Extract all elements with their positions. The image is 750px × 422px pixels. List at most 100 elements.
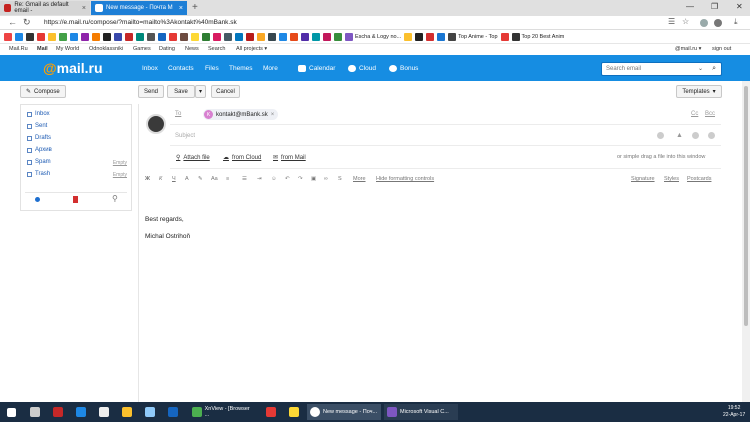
folder-drafts[interactable]: Drafts xyxy=(27,135,51,141)
bookmark-icon[interactable] xyxy=(48,32,56,41)
folder-trash[interactable]: Trash xyxy=(27,171,50,177)
bookmark-escha[interactable]: Escha & Logy no... xyxy=(345,32,401,41)
bookmark-icon[interactable] xyxy=(279,32,287,41)
minimize-icon[interactable]: — xyxy=(686,2,694,11)
bookmark-icon[interactable] xyxy=(224,32,232,41)
bookmark-icon[interactable] xyxy=(15,32,23,41)
timer-icon[interactable] xyxy=(692,132,699,139)
portal-link[interactable]: Mail xyxy=(37,46,48,52)
indent-icon[interactable]: ⇥ xyxy=(257,176,262,182)
remove-recipient-icon[interactable]: × xyxy=(271,112,275,118)
bookmark-icon[interactable] xyxy=(213,32,221,41)
recipient-chip[interactable]: K kontakt@mBank.sk × xyxy=(203,109,279,120)
taskbar-app-xnview[interactable]: XnView - [Browser ... xyxy=(189,404,257,420)
folder-inbox[interactable]: Inbox xyxy=(27,111,50,117)
save-button[interactable]: Save xyxy=(167,85,195,98)
portal-link[interactable]: My World xyxy=(56,46,79,52)
start-icon[interactable] xyxy=(7,408,16,417)
bookmark-icon[interactable] xyxy=(114,32,122,41)
bookmark-icon[interactable] xyxy=(81,32,89,41)
bookmark-icon[interactable] xyxy=(4,32,12,41)
bookmark-top-20-anime[interactable]: Top 20 Best Anim xyxy=(511,32,564,41)
taskbar-app-icon[interactable] xyxy=(145,407,155,417)
portal-link[interactable]: News xyxy=(185,46,199,52)
chevron-down-icon[interactable]: ⌄ xyxy=(698,65,703,72)
bookmark-icon[interactable] xyxy=(147,32,155,41)
bookmark-icon[interactable] xyxy=(312,32,320,41)
portal-link[interactable]: Dating xyxy=(159,46,175,52)
search-input[interactable]: Search email ⌄ ⌕ xyxy=(601,62,722,76)
close-tab-icon[interactable]: × xyxy=(82,5,86,12)
bookmark-icon[interactable] xyxy=(180,32,188,41)
bookmark-icon[interactable] xyxy=(334,32,342,41)
attach-file-link[interactable]: ⚲ Attach file xyxy=(176,154,210,162)
download-icon[interactable]: ⤓ xyxy=(734,17,738,27)
nav-contacts[interactable]: Contacts xyxy=(168,65,194,72)
bookmark-icon[interactable] xyxy=(290,32,298,41)
bookmark-icon[interactable] xyxy=(437,32,446,41)
hide-formatting-link[interactable]: Hide formatting controls xyxy=(376,176,434,182)
portal-link[interactable]: All projects ▾ xyxy=(236,46,267,52)
save-options-chevron-icon[interactable]: ▾ xyxy=(195,85,206,98)
bookmark-top-anime[interactable]: Top Anime - Top xyxy=(448,32,498,41)
bookmark-icon[interactable] xyxy=(500,32,509,41)
underline-icon[interactable]: Ч xyxy=(172,176,176,182)
bookmark-icon[interactable] xyxy=(70,32,78,41)
bookmark-icon[interactable] xyxy=(125,32,133,41)
more-formatting-link[interactable]: More xyxy=(353,176,366,182)
url-field[interactable]: https://e.mail.ru/compose/?mailto=mailto… xyxy=(44,19,237,26)
bookmark-icon[interactable] xyxy=(235,32,243,41)
close-window-icon[interactable]: ✕ xyxy=(736,2,743,11)
bookmark-icon[interactable] xyxy=(37,32,45,41)
nav-inbox[interactable]: Inbox xyxy=(142,65,158,72)
highlight-icon[interactable]: ✎ xyxy=(198,176,203,182)
bookmark-icon[interactable] xyxy=(323,32,331,41)
extension-icon[interactable] xyxy=(700,19,708,27)
star-icon[interactable]: ☆ xyxy=(682,17,689,26)
folder-spam[interactable]: Spam xyxy=(27,159,51,165)
bookmark-icon[interactable] xyxy=(169,32,177,41)
empty-trash-link[interactable]: Empty xyxy=(113,172,127,178)
maximize-icon[interactable]: ❐ xyxy=(711,2,718,11)
image-icon[interactable]: ▣ xyxy=(311,176,316,182)
nav-more[interactable]: More xyxy=(263,65,278,72)
taskbar-app-icon[interactable] xyxy=(99,407,109,417)
account-menu[interactable]: @mail.ru ▾ xyxy=(675,46,701,52)
portal-link[interactable]: Odnoklassniki xyxy=(89,46,123,52)
bookmark-icon[interactable] xyxy=(59,32,67,41)
taskbar-app-icon[interactable] xyxy=(53,407,63,417)
undo-icon[interactable]: ↶ xyxy=(285,176,290,182)
nav-bonus[interactable]: Bonus xyxy=(389,65,418,72)
redo-icon[interactable]: ↷ xyxy=(298,176,303,182)
nav-themes[interactable]: Themes xyxy=(229,65,252,72)
reload-icon[interactable]: ↻ xyxy=(23,17,31,28)
browser-tab-gmail[interactable]: Re: Gmail as default email - × xyxy=(0,1,90,15)
cancel-button[interactable]: Cancel xyxy=(211,85,240,98)
shield-icon[interactable] xyxy=(168,407,178,417)
profile-icon[interactable] xyxy=(714,19,722,27)
taskbar-clock[interactable]: 19:52 22-Apr-17 xyxy=(723,405,745,419)
bookmark-icon[interactable] xyxy=(103,32,111,41)
to-label[interactable]: To xyxy=(175,111,181,117)
folder-archive[interactable]: Архив xyxy=(27,147,52,153)
strikethrough-icon[interactable]: S xyxy=(338,176,342,182)
close-tab-icon[interactable]: × xyxy=(179,5,183,12)
portal-link[interactable]: Mail.Ru xyxy=(9,46,28,52)
bookmark-icon[interactable] xyxy=(426,32,435,41)
nav-files[interactable]: Files xyxy=(205,65,219,72)
search-icon[interactable]: ⌕ xyxy=(712,65,716,73)
taskbar-app-browser[interactable]: New message - Поч... xyxy=(307,404,381,420)
priority-icon[interactable] xyxy=(657,132,664,139)
mailru-logo[interactable]: @mail.ru xyxy=(43,60,103,76)
folder-sent[interactable]: Sent xyxy=(27,123,47,129)
templates-button[interactable]: Templates ▾ xyxy=(676,85,722,98)
postcards-link[interactable]: Postcards xyxy=(687,176,711,182)
browser-tab-new-message[interactable]: New message - Почта M × xyxy=(91,1,187,15)
from-mail-link[interactable]: ✉ from Mail xyxy=(273,154,306,162)
paperclip-icon[interactable]: ⚲ xyxy=(112,194,118,203)
message-signature-line[interactable]: Michal Ostrihoň xyxy=(145,233,190,240)
bold-icon[interactable]: Ж xyxy=(145,176,150,182)
signout-link[interactable]: sign out xyxy=(712,46,731,52)
compose-button[interactable]: ✎ Compose xyxy=(20,85,66,98)
nav-calendar[interactable]: Calendar xyxy=(298,65,335,72)
